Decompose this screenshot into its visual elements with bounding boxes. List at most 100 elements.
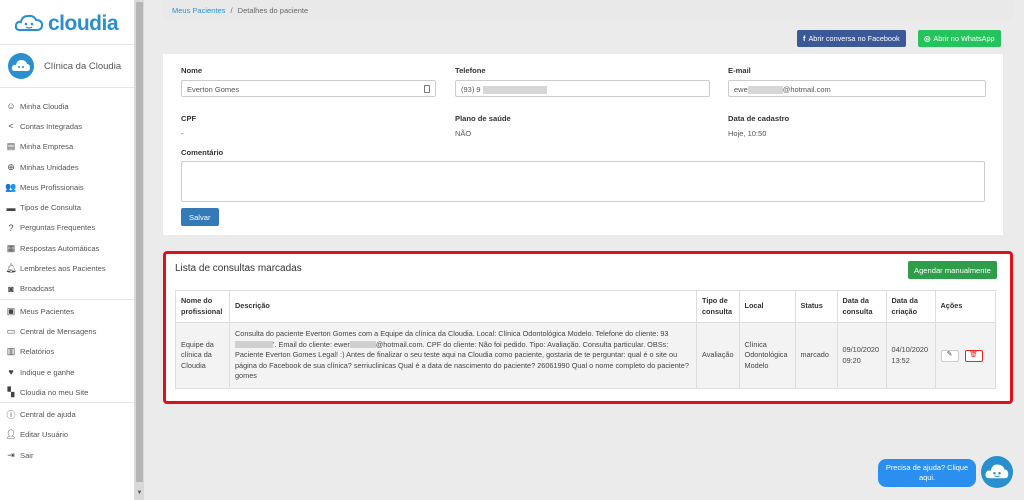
schedule-manually-button[interactable]: Agendar manualmente: [908, 261, 997, 279]
redacted-blur: [349, 341, 376, 349]
list-icon: ▬: [6, 202, 16, 213]
open-whatsapp-button[interactable]: ◎ Abrir no WhatsApp: [918, 30, 1001, 47]
sidebar-menu-main: ☺ Minha Cloudia < Contas Integradas ▤ Minha…: [0, 96, 134, 299]
trash-icon: 🗑︎: [969, 351, 978, 359]
people-icon: 👥: [5, 181, 17, 192]
plus-circle-icon: ⊕: [7, 161, 15, 172]
cloudia-logo[interactable]: cloudia: [0, 0, 134, 40]
chat-icon: ▭: [6, 325, 16, 336]
help-avatar[interactable]: [981, 456, 1013, 488]
sidebar-item-minha-cloudia[interactable]: ☺ Minha Cloudia: [0, 96, 134, 116]
col-date: Data da consulta: [836, 290, 887, 323]
health-plan-value: NÃO: [455, 129, 472, 138]
sidebar-item-indique[interactable]: ♥ Indique e ganhe: [0, 362, 134, 382]
heart-icon: ♥: [8, 367, 14, 377]
pencil-icon: ✎: [946, 351, 953, 359]
breadcrumb-current: Detalhes do paciente: [237, 6, 309, 15]
table-header-row: Nome do profissional Descrição Tipo de c…: [175, 290, 997, 323]
scroll-down-arrow-icon[interactable]: ▼: [136, 490, 143, 498]
open-facebook-button[interactable]: f Abrir conversa no Facebook: [797, 30, 906, 47]
help-circle-icon: ⓘ: [6, 410, 16, 421]
sidebar-item-lembretes[interactable]: 🔔︎ Lembretes aos Pacientes: [0, 258, 134, 278]
sidebar-item-minhas-unidades[interactable]: ⊕ Minhas Unidades: [0, 157, 134, 177]
created-date-value: Hoje, 10:50: [728, 129, 767, 138]
cell-description: Consulta do paciente Everton Gomes com a…: [229, 322, 697, 389]
sidebar-item-relatorios[interactable]: ▥ Relatórios: [0, 342, 134, 362]
widgets-icon: ▚: [7, 386, 15, 397]
cell-professional: Equipe da clínica da Cloudia: [175, 322, 230, 389]
cell-created: 04/10/2020 13:52: [885, 322, 936, 389]
breadcrumb-link-meus-pacientes[interactable]: Meus Pacientes: [172, 6, 225, 15]
delete-button[interactable]: 🗑︎: [964, 349, 983, 362]
clinic-name: Clínica da Cloudia: [44, 60, 122, 72]
help-chat-bubble[interactable]: Precisa de ajuda? Clique aqui.: [878, 459, 976, 487]
sidebar-item-sair[interactable]: ⇥ Sair: [0, 445, 134, 465]
cell-type: Avaliação: [696, 322, 740, 389]
broadcast-icon: ◙: [8, 283, 14, 294]
sidebar: cloudia Clínica da Cloudia ☺ Minha Cloudi…: [0, 0, 135, 500]
message-icon: ▦: [6, 242, 16, 253]
sidebar-item-central-mensagens[interactable]: ▭ Central de Mensagens: [0, 321, 134, 341]
name-label: Nome: [181, 66, 203, 75]
sidebar-item-contas-integradas[interactable]: < Contas Integradas: [0, 116, 134, 136]
sidebar-item-meus-profissionais[interactable]: 👥 Meus Profissionais: [0, 177, 134, 197]
sidebar-scrollbar[interactable]: ▼: [135, 0, 144, 500]
bell-icon: 🔔︎: [5, 263, 17, 274]
name-field[interactable]: Everton Gomes: [181, 80, 436, 97]
consultations-title: Lista de consultas marcadas: [175, 263, 302, 274]
redacted-blur: [482, 86, 547, 95]
breadcrumb-separator: /: [230, 6, 233, 15]
col-location: Local: [738, 290, 796, 323]
col-type: Tipo de consulta: [696, 290, 740, 323]
sidebar-item-central-ajuda[interactable]: ⓘ Central de ajuda: [0, 404, 134, 424]
cell-status: marcado: [794, 322, 838, 389]
patients-icon: ▣: [6, 305, 16, 316]
breadcrumb: Meus Pacientes / Detalhes do paciente: [163, 0, 1013, 20]
smile-icon: ☺: [6, 101, 16, 112]
scrollbar-thumb[interactable]: [136, 2, 143, 482]
sidebar-item-cloudia-site[interactable]: ▚ Cloudia no meu Site: [0, 382, 134, 402]
clinic-avatar: [8, 53, 34, 79]
cpf-label: CPF: [181, 114, 197, 123]
sidebar-item-editar-usuario[interactable]: 👤︎ Editar Usuário: [0, 425, 134, 445]
comment-label: Comentário: [181, 148, 224, 157]
consultations-panel: Lista de consultas marcadas Agendar manu…: [163, 251, 1013, 404]
patient-details-card: Nome Everton Gomes Telefone (93) 9 E-mai…: [163, 54, 1003, 235]
cloud-mascot-icon: [14, 14, 44, 31]
sidebar-item-meus-pacientes[interactable]: ▣ Meus Pacientes: [0, 301, 134, 321]
facebook-icon: f: [803, 34, 806, 43]
col-created: Data da criação: [885, 290, 936, 323]
sidebar-menu-account: ⓘ Central de ajuda 👤︎ Editar Usuário ⇥ Sair: [0, 402, 134, 465]
table-row: Equipe da clínica da Cloudia Consulta do…: [175, 322, 997, 389]
edit-button[interactable]: ✎: [940, 349, 959, 362]
sidebar-item-minha-empresa[interactable]: ▤ Minha Empresa: [0, 137, 134, 157]
sidebar-item-broadcast[interactable]: ◙ Broadcast: [0, 279, 134, 299]
cell-actions: ✎ 🗑︎: [934, 322, 997, 389]
email-field[interactable]: ewe @hotmail.com: [728, 80, 986, 97]
col-professional: Nome do profissional: [175, 290, 230, 323]
col-status: Status: [794, 290, 838, 323]
contact-card-icon: [424, 85, 430, 93]
phone-field[interactable]: (93) 9: [455, 80, 710, 97]
health-plan-label: Plano de saúde: [455, 114, 511, 123]
phone-label: Telefone: [455, 66, 486, 75]
save-button[interactable]: Salvar: [181, 208, 219, 226]
redacted-blur: [747, 86, 783, 95]
store-icon: ▤: [6, 141, 16, 152]
sidebar-item-tipos-de-consulta[interactable]: ▬ Tipos de Consulta: [0, 197, 134, 217]
sidebar-menu-secondary: ▣ Meus Pacientes ▭ Central de Mensagens ▥ R…: [0, 298, 134, 402]
clinic-header[interactable]: Clínica da Cloudia: [0, 44, 134, 88]
chart-icon: ▥: [6, 346, 16, 357]
col-description: Descrição: [229, 290, 697, 323]
user-icon: 👤︎: [5, 429, 17, 440]
cpf-value: -: [181, 129, 184, 138]
sidebar-item-perguntas-frequentes[interactable]: ? Perguntas Frequentes: [0, 218, 134, 238]
share-icon: <: [8, 121, 14, 132]
email-label: E-mail: [728, 66, 751, 75]
whatsapp-icon: ◎: [924, 34, 931, 43]
comment-textarea[interactable]: [181, 161, 985, 202]
sidebar-item-respostas-automaticas[interactable]: ▦ Respostas Automáticas: [0, 238, 134, 258]
exit-icon: ⇥: [7, 449, 15, 460]
brand-name: cloudia: [48, 12, 119, 35]
question-icon: ?: [8, 222, 14, 233]
